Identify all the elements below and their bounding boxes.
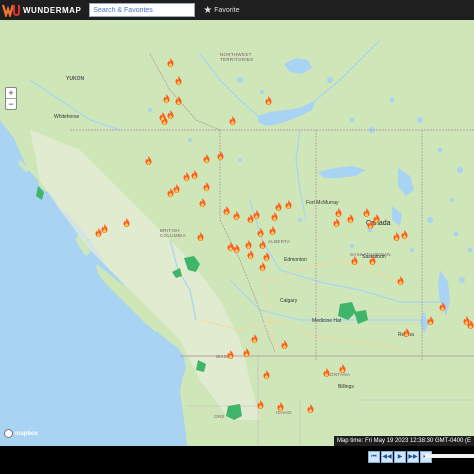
fire-icon[interactable] [369,256,376,265]
fire-icon[interactable] [167,110,174,119]
mapbox-logo-icon [4,429,13,438]
label-bc: BRITISH COLUMBIA [160,228,186,238]
fire-icon[interactable] [427,316,434,325]
wu-logo-icon [2,3,20,17]
rewind-button[interactable]: ◀◀ [381,451,393,463]
playback-controls: ⏮ ◀◀ ▶ ▶▶ ⏭ [368,451,433,463]
mapbox-label: mapbox [15,430,39,437]
fire-icon[interactable] [229,116,236,125]
wunderground-logo[interactable]: WUNDERMAP [2,3,81,17]
label-alberta: ALBERTA [268,239,291,244]
fire-icon[interactable] [263,252,270,261]
fire-icon[interactable] [233,244,240,253]
fire-icon[interactable] [323,368,330,377]
fire-icon[interactable] [271,212,278,221]
favorite-button[interactable]: ★ Favorite [203,5,239,16]
fire-icon[interactable] [397,276,404,285]
fire-icon[interactable] [245,240,252,249]
label-ore: ORE [214,414,225,419]
fire-icon[interactable] [339,364,346,373]
fire-icon[interactable] [259,262,266,271]
fire-icon[interactable] [333,218,340,227]
fire-icon[interactable] [101,224,108,233]
fire-icon[interactable] [347,214,354,223]
top-bar: WUNDERMAP ★ Favorite [0,0,474,20]
fire-icon[interactable] [183,172,190,181]
label-yukon: YUKON [66,76,85,82]
fire-icon[interactable] [257,400,264,409]
fire-icon[interactable] [263,370,270,379]
fire-icon[interactable] [285,200,292,209]
fire-icon[interactable] [403,328,410,337]
fire-icon[interactable] [367,220,374,229]
fire-icon[interactable] [163,94,170,103]
zoom-in-button[interactable]: + [6,88,16,98]
fire-icon[interactable] [247,250,254,259]
label-billings: Billings [338,384,354,390]
fire-icon[interactable] [203,182,210,191]
first-frame-button[interactable]: ⏮ [368,451,380,463]
fire-icon[interactable] [275,202,282,211]
fire-icon[interactable] [223,206,230,215]
label-fort-mcmurray: Fort McMurray [306,200,339,206]
fire-icon[interactable] [175,96,182,105]
mapbox-attribution[interactable]: mapbox [4,429,38,438]
zoom-out-button[interactable]: − [6,98,16,109]
fire-icon[interactable] [251,334,258,343]
fire-icon[interactable] [265,96,272,105]
fire-icon[interactable] [363,208,370,217]
favorite-label: Favorite [214,6,240,14]
star-icon: ★ [203,4,213,16]
label-nwt: NORTHWEST TERRITORIES [220,52,254,62]
fire-icon[interactable] [233,211,240,220]
label-whitehorse: Whitehorse [54,114,80,120]
fire-icon[interactable] [281,340,288,349]
fire-icon[interactable] [217,151,224,160]
fire-icon[interactable] [203,154,210,163]
fire-icon[interactable] [253,210,260,219]
timeline-slider[interactable] [425,454,474,458]
label-medicine-hat: Medicine Hat [312,318,342,324]
fire-icon[interactable] [393,232,400,241]
fire-icon[interactable] [173,184,180,193]
fire-icon[interactable] [269,226,276,235]
fire-icon[interactable] [259,240,266,249]
fire-icon[interactable] [307,404,314,413]
fire-icon[interactable] [243,348,250,357]
fire-icon[interactable] [335,208,342,217]
play-button[interactable]: ▶ [394,451,406,463]
fire-icon[interactable] [467,320,474,329]
fire-icon[interactable] [167,58,174,67]
fast-forward-button[interactable]: ▶▶ [407,451,419,463]
fire-icon[interactable] [257,228,264,237]
label-edmonton: Edmonton [284,257,307,263]
label-calgary: Calgary [280,298,298,304]
fire-icon[interactable] [175,76,182,85]
fire-icon[interactable] [439,302,446,311]
fire-icon[interactable] [373,214,380,223]
fire-icon[interactable] [351,256,358,265]
zoom-control: + − [5,87,17,110]
fire-icon[interactable] [199,198,206,207]
map-canvas[interactable]: + − YUKON NORTHWEST TERRITORIES Whitehor… [0,20,474,454]
map-time-readout: Map time: Fri May 19 2023 12:38:30 GMT-0… [333,436,474,446]
fire-icon[interactable] [159,112,166,121]
fire-icon[interactable] [191,170,198,179]
fire-icon[interactable] [401,230,408,239]
fire-icon[interactable] [197,232,204,241]
search-input[interactable] [89,3,196,17]
fire-icon[interactable] [123,218,130,227]
fire-icon[interactable] [277,402,284,411]
fire-icon[interactable] [227,242,234,251]
brand-name: WUNDERMAP [23,5,82,15]
fire-icon[interactable] [227,350,234,359]
fire-icon[interactable] [145,156,152,165]
